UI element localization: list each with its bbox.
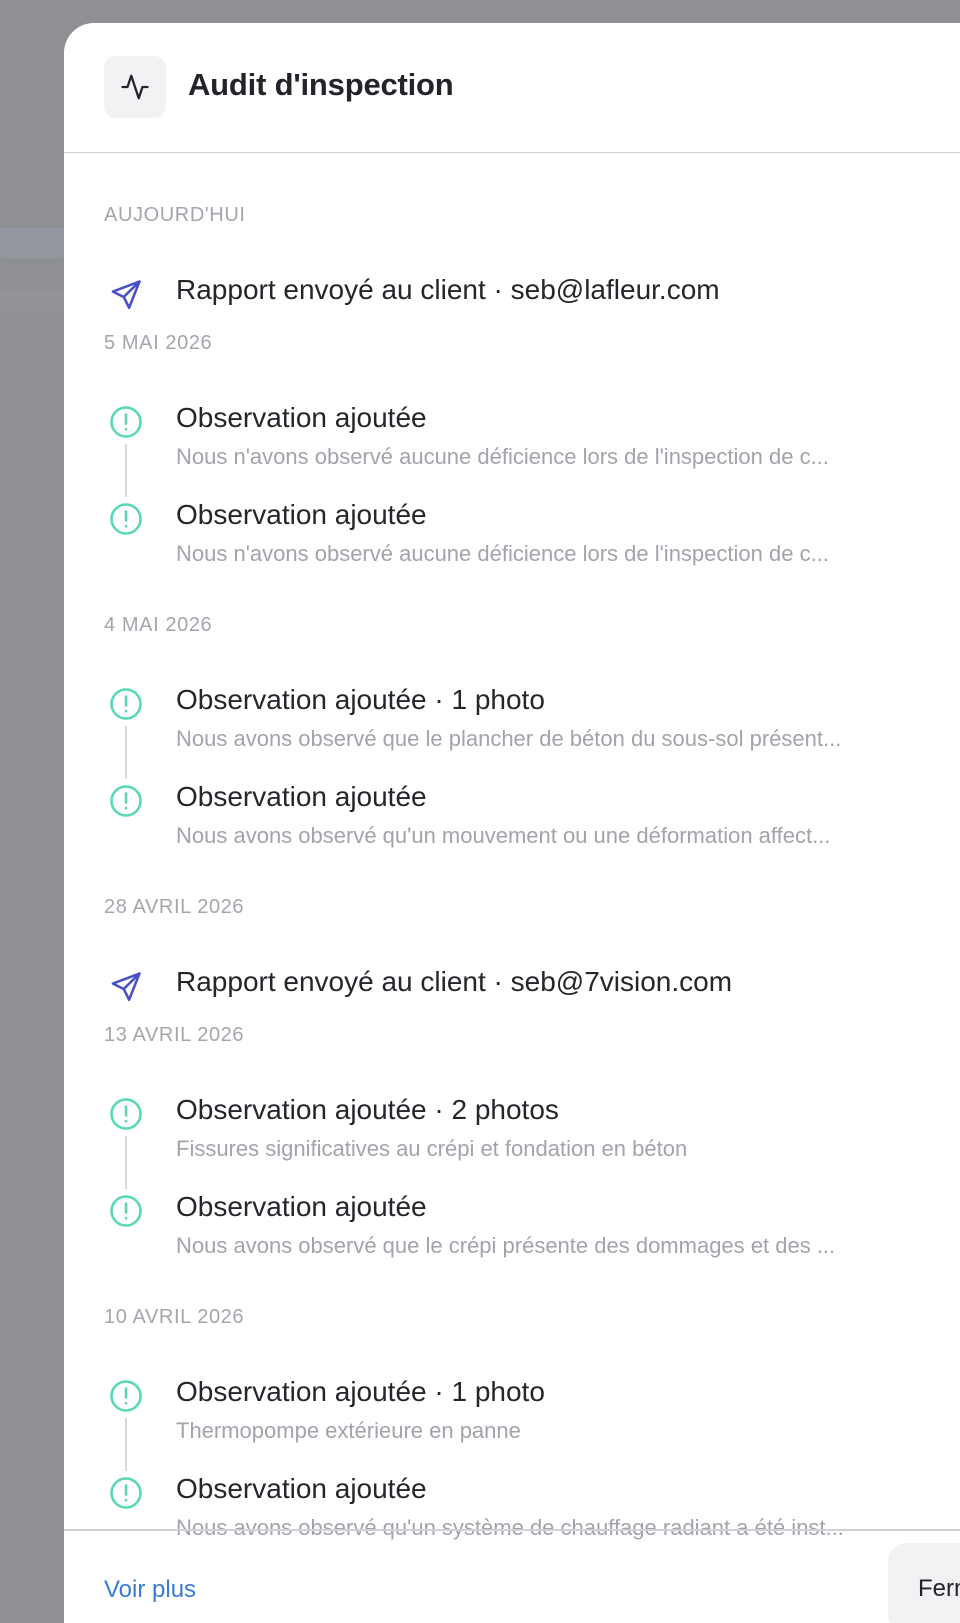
event-title[interactable]: Observation ajoutée bbox=[176, 499, 427, 531]
event-description: Nous avons observé que le plancher de bé… bbox=[176, 726, 842, 751]
timeline-connector bbox=[125, 726, 127, 779]
event-title[interactable]: Rapport envoyé au client · seb@lafleur.c… bbox=[176, 274, 720, 306]
observation-alert-icon bbox=[108, 783, 144, 819]
event-description: Nous avons observé que le crépi présente… bbox=[176, 1233, 836, 1258]
date-group-title: 5 MAI 2026 bbox=[104, 332, 213, 354]
event-title[interactable]: Observation ajoutée bbox=[176, 781, 427, 813]
observation-alert-icon bbox=[108, 686, 144, 722]
event-description: Nous n'avons observé aucune déficience l… bbox=[176, 541, 829, 566]
observation-alert-icon bbox=[108, 1096, 144, 1132]
background-blur-bar bbox=[0, 228, 64, 258]
date-group-title: 28 AVRIL 2026 bbox=[104, 896, 245, 918]
event-description: Nous n'avons observé aucune déficience l… bbox=[176, 444, 829, 469]
event-title[interactable]: Observation ajoutée · 1 photo bbox=[176, 684, 545, 716]
date-group-title: 4 MAI 2026 bbox=[104, 614, 213, 636]
event-title[interactable]: Observation ajoutée · 1 photo bbox=[176, 1376, 545, 1408]
observation-alert-icon bbox=[108, 501, 144, 537]
footer-divider bbox=[64, 1529, 960, 1531]
close-button[interactable]: Fermer bbox=[888, 1543, 960, 1623]
event-description: Thermopompe extérieure en panne bbox=[176, 1418, 521, 1443]
event-title[interactable]: Observation ajoutée bbox=[176, 402, 427, 434]
modal-header: Audit d'inspection bbox=[64, 23, 960, 153]
timeline-connector bbox=[125, 444, 127, 497]
timeline-connector bbox=[125, 1136, 127, 1189]
audit-modal: Audit d'inspection AUJOURD'HUI Rapport en… bbox=[64, 23, 960, 1623]
activity-icon bbox=[104, 56, 166, 118]
event-title[interactable]: Rapport envoyé au client · seb@7vision.c… bbox=[176, 966, 732, 998]
close-button-label: Fermer bbox=[918, 1575, 960, 1602]
date-group-title: AUJOURD'HUI bbox=[104, 204, 246, 226]
event-description: Nous avons observé qu'un mouvement ou un… bbox=[176, 823, 831, 848]
observation-alert-icon bbox=[108, 1475, 144, 1511]
event-title[interactable]: Observation ajoutée bbox=[176, 1191, 427, 1223]
send-icon bbox=[108, 969, 144, 1005]
event-description: Nous avons observé qu'un système de chau… bbox=[176, 1515, 844, 1540]
event-description: Fissures significatives au crépi et fond… bbox=[176, 1136, 688, 1161]
observation-alert-icon bbox=[108, 1193, 144, 1229]
event-title[interactable]: Observation ajoutée · 2 photos bbox=[176, 1094, 559, 1126]
observation-alert-icon bbox=[108, 1378, 144, 1414]
date-group-title: 10 AVRIL 2026 bbox=[104, 1306, 245, 1328]
timeline-connector bbox=[125, 1418, 127, 1471]
date-group-title: 13 AVRIL 2026 bbox=[104, 1024, 245, 1046]
event-title[interactable]: Observation ajoutée bbox=[176, 1473, 427, 1505]
observation-alert-icon bbox=[108, 404, 144, 440]
modal-title: Audit d'inspection bbox=[188, 67, 454, 102]
send-icon bbox=[108, 277, 144, 313]
audit-timeline[interactable]: AUJOURD'HUI Rapport envoyé au client · se… bbox=[64, 154, 960, 1552]
background-blur-bar bbox=[0, 290, 64, 312]
